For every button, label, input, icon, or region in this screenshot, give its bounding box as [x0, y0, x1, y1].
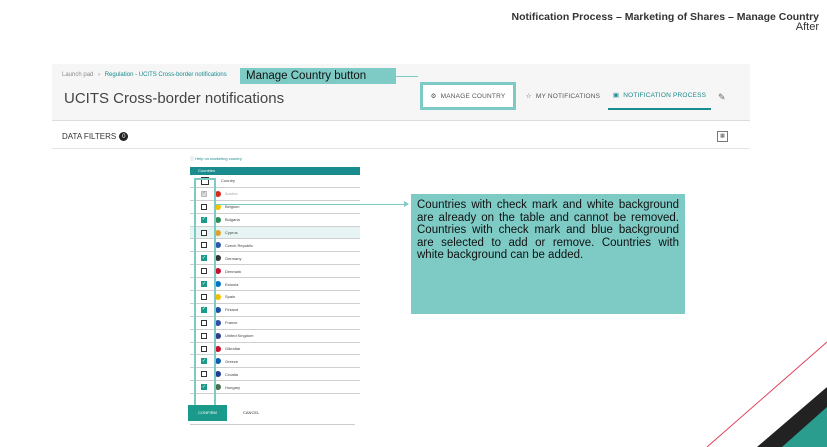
- country-name: United Kingdom: [225, 333, 254, 339]
- manage-country-button[interactable]: ⚙ MANAGE COUNTRY: [420, 82, 516, 110]
- gear-icon: ⚙: [430, 93, 437, 100]
- country-name: Bulgaria: [225, 217, 240, 223]
- page-title: UCITS Cross-border notifications: [64, 90, 285, 107]
- breadcrumb-current[interactable]: Regulation - UCITS Cross-border notifica…: [105, 72, 227, 78]
- panel-bottom-divider: [190, 424, 355, 425]
- slide-title: Notification Process – Marketing of Shar…: [511, 11, 820, 23]
- my-notifications-label: MY NOTIFICATIONS: [535, 92, 601, 100]
- notification-process-label: NOTIFICATION PROCESS: [623, 91, 707, 99]
- country-name: Hungary: [225, 384, 241, 390]
- breadcrumb-launchpad[interactable]: Launch pad: [62, 72, 93, 78]
- cancel-button[interactable]: CANCEL: [243, 405, 259, 421]
- country-name: Gibraltar: [225, 346, 241, 352]
- country-name: Spain: [225, 294, 236, 300]
- country-name: Germany: [225, 255, 242, 261]
- country-name: Cyprus: [225, 230, 238, 235]
- data-filters[interactable]: DATA FILTERS 0: [62, 132, 129, 141]
- explanation-callout: Countries with check mark and white back…: [411, 194, 685, 314]
- help-link-text: Help on marketing country: [195, 156, 242, 161]
- country-name: Finland: [225, 307, 239, 313]
- country-name: France: [225, 320, 238, 326]
- callout-arrow-head: [404, 201, 409, 207]
- star-icon: ☆: [525, 93, 532, 100]
- countries-panel-header: Countries: [190, 167, 360, 175]
- country-name: Croatia: [225, 371, 238, 377]
- country-column-header: Country: [221, 178, 236, 184]
- document-icon: ▣: [612, 92, 620, 99]
- country-name: Estonia: [225, 281, 239, 287]
- help-link[interactable]: ⓘ Help on marketing country: [190, 156, 242, 162]
- decorative-corner-graphic: [706, 341, 827, 447]
- breadcrumb: Launch pad › Regulation - UCITS Cross-bo…: [62, 72, 227, 78]
- breadcrumb-separator: ›: [98, 72, 101, 78]
- filter-table-icon[interactable]: ▦: [717, 131, 728, 142]
- country-name: Czech Republic: [225, 242, 254, 248]
- pencil-icon[interactable]: ✎: [718, 92, 726, 103]
- manage-country-callout: Manage Country button: [240, 68, 396, 84]
- callout-arrow-line: [216, 204, 408, 205]
- callout-connector: [396, 76, 418, 77]
- slide-subtitle: After: [795, 21, 819, 33]
- checkbox-column-highlight: [194, 178, 216, 409]
- confirm-button[interactable]: CONFIRM: [188, 405, 227, 421]
- country-name: Greece: [225, 358, 239, 364]
- data-filters-count: 0: [119, 132, 129, 141]
- data-filters-label: DATA FILTERS: [62, 132, 117, 141]
- country-name: Austria: [225, 191, 238, 197]
- my-notifications-button[interactable]: ☆ MY NOTIFICATIONS: [521, 82, 605, 110]
- country-name: Denmark: [225, 268, 242, 274]
- manage-country-label: MANAGE COUNTRY: [440, 92, 506, 100]
- divider: [52, 148, 750, 149]
- notification-process-button[interactable]: ▣ NOTIFICATION PROCESS: [608, 82, 711, 110]
